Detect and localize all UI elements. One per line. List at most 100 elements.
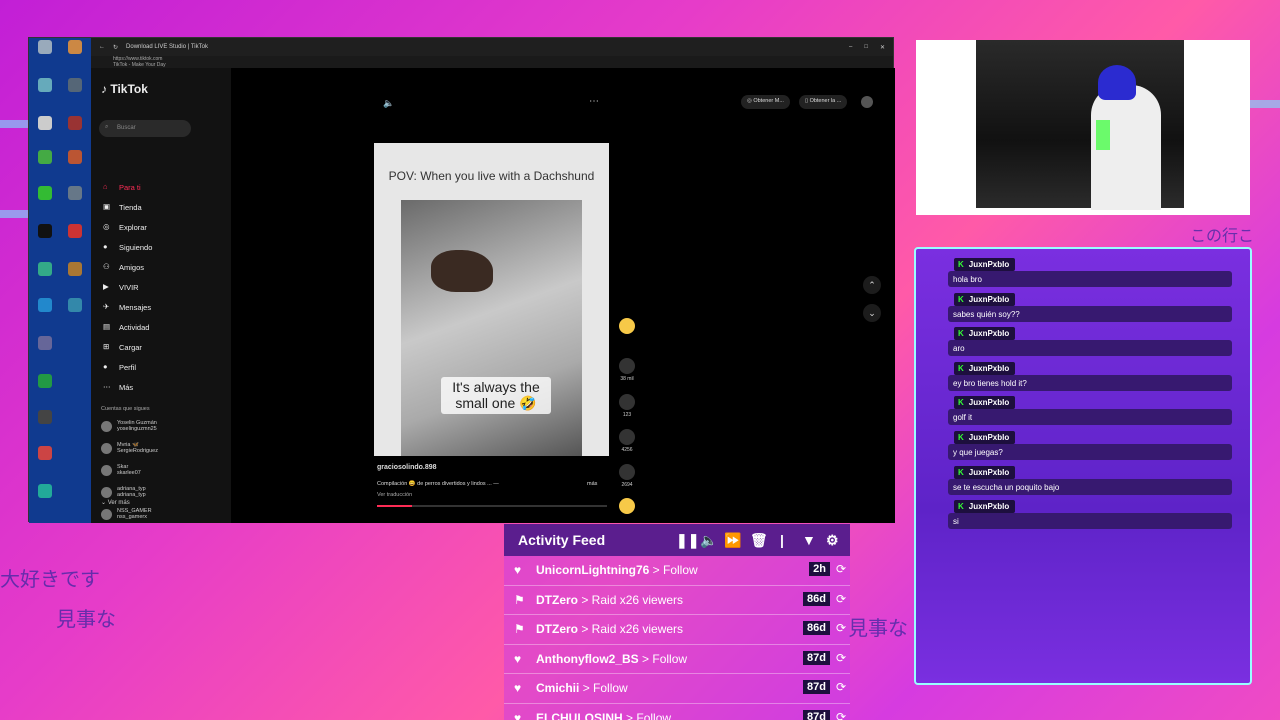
translate-link[interactable]: Ver traducción — [377, 492, 412, 498]
desktop-icon[interactable] — [63, 78, 87, 94]
feed-row[interactable]: ♥ UnicornLightning76 > Follow 2h ⟳ — [504, 556, 850, 586]
desktop-icon[interactable] — [33, 262, 57, 278]
nav-item-amigos[interactable]: ⚇ Amigos — [103, 262, 144, 272]
profile-avatar[interactable] — [861, 96, 873, 108]
get-app-button[interactable]: ◎ Obtener M... — [741, 95, 790, 109]
search-input[interactable]: ⌕ Buscar — [99, 120, 191, 137]
share-button[interactable]: 2694 — [615, 464, 639, 488]
nav-item-vivir[interactable]: ▶ VIVIR — [103, 282, 139, 292]
tiktok-sidebar: ♪ TikTok ⌕ Buscar ⌂ Para ti ▣ Tienda ◎ Explo… — [91, 68, 231, 523]
nav-item-perfil[interactable]: ● Perfil — [103, 362, 136, 372]
desktop-icon[interactable] — [33, 224, 57, 240]
following-account[interactable]: adriana_typ adriana_typ — [101, 486, 146, 498]
gear-icon[interactable]: ⚙ — [826, 532, 839, 549]
progress-bar[interactable] — [377, 505, 607, 507]
replay-icon[interactable]: ⟳ — [836, 621, 846, 635]
volume-icon[interactable]: 🔈 — [383, 98, 394, 109]
chat-username: K JuxnPxblo — [954, 500, 1016, 513]
bookmark-button[interactable]: 4256 — [615, 429, 639, 453]
creator-emoji-icon — [619, 318, 635, 334]
feed-row[interactable]: ⚑ DTZero > Raid x26 viewers 86d ⟳ — [504, 585, 850, 615]
replay-icon[interactable]: ⟳ — [836, 651, 846, 665]
see-more-link[interactable]: ⌄ Ver más — [101, 499, 130, 506]
kick-icon: K — [958, 329, 964, 338]
following-account[interactable]: Skar skarlee07 — [101, 464, 141, 476]
skip-icon[interactable]: ⏩ — [724, 532, 741, 549]
nav-item-mensajes[interactable]: ✈ Mensajes — [103, 302, 151, 312]
upload-icon: ⊞ — [103, 342, 110, 351]
desktop-icon[interactable] — [63, 262, 87, 278]
more-link[interactable]: más — [587, 481, 597, 487]
prev-video-button[interactable]: ⌃ — [863, 276, 881, 294]
nav-item-actividad[interactable]: ▤ Actividad — [103, 322, 149, 332]
desktop-icon[interactable] — [63, 298, 87, 314]
tiktok-logo[interactable]: ♪ TikTok — [101, 82, 148, 96]
desktop-icon[interactable] — [63, 224, 87, 240]
nav-item-tienda[interactable]: ▣ Tienda — [103, 202, 142, 212]
desktop-icon[interactable] — [63, 116, 87, 132]
desktop-icon[interactable] — [63, 40, 87, 56]
nav-item-explorar[interactable]: ◎ Explorar — [103, 222, 147, 232]
chat-panel: K JuxnPxblo hola bro K JuxnPxblo sabes qui… — [914, 247, 1252, 685]
more-options-icon[interactable]: ⋯ — [589, 96, 599, 107]
chat-message: sabes quién soy?? — [948, 306, 1232, 322]
video-player[interactable]: POV: When you live with a Dachshund It's… — [374, 143, 609, 456]
comment-button[interactable]: 123 — [615, 394, 639, 418]
desktop-icon[interactable] — [33, 78, 57, 94]
next-video-button[interactable]: ⌄ — [863, 304, 881, 322]
feed-row[interactable]: ⚑ DTZero > Raid x26 viewers 86d ⟳ — [504, 615, 850, 645]
pause-icon[interactable]: ❚❚ — [676, 532, 699, 549]
video-author[interactable]: graciosolindo.898 — [377, 464, 437, 471]
creator-avatar[interactable] — [615, 318, 639, 336]
url-bar[interactable]: https://www.tiktok.com TikTok - Make You… — [29, 56, 893, 68]
activity-icon: ▤ — [103, 322, 111, 331]
bg-streak — [1250, 100, 1280, 108]
desktop-icon[interactable] — [63, 150, 87, 166]
hat-shape — [1098, 65, 1136, 100]
desktop-icon[interactable] — [33, 298, 57, 314]
get-desktop-button[interactable]: ▯ Obtener la ... — [799, 95, 848, 109]
deco-text: 見事な — [848, 616, 908, 640]
volume-icon[interactable]: 🔈 — [700, 532, 717, 549]
heart-icon: ♥ — [514, 710, 522, 720]
desktop-icon[interactable] — [33, 410, 57, 426]
desktop-icon[interactable] — [63, 186, 87, 202]
feed-row[interactable]: ♥ Anthonyflow2_BS > Follow 87d ⟳ — [504, 644, 850, 674]
nav-item-cargar[interactable]: ⊞ Cargar — [103, 342, 142, 352]
trash-icon[interactable]: 🗑 — [750, 532, 768, 549]
desktop-icon[interactable] — [33, 336, 57, 352]
divider: | — [780, 532, 784, 548]
filter-icon[interactable]: ▼ — [802, 532, 816, 548]
desktop-icon[interactable] — [33, 484, 57, 500]
feed-row[interactable]: ♥ Cmichii > Follow 87d ⟳ — [504, 674, 850, 704]
desktop-icon[interactable] — [33, 150, 57, 166]
refresh-icon[interactable]: ↻ — [113, 44, 118, 51]
nav-item-mas[interactable]: ⋯ Más — [103, 382, 133, 392]
minimize-icon[interactable]: – — [849, 44, 852, 51]
back-icon[interactable]: ← — [99, 44, 105, 50]
desktop-icon[interactable] — [33, 40, 57, 56]
nav-item-siguiendo[interactable]: ● Siguiendo — [103, 242, 152, 252]
close-icon[interactable]: ✕ — [880, 44, 885, 51]
title-bar: ← ↻ Download LIVE Studio | TikTok – □ ✕ — [29, 38, 893, 56]
replay-icon[interactable]: ⟳ — [836, 680, 846, 694]
desktop-icon[interactable] — [33, 116, 57, 132]
desktop-icon[interactable] — [33, 446, 57, 462]
following-account[interactable]: Yoselin Guzmán yoselinguzmn25 — [101, 420, 157, 432]
replay-icon[interactable]: ⟳ — [836, 710, 846, 720]
webcam-video — [976, 40, 1184, 210]
comment-icon — [619, 394, 635, 410]
following-account[interactable]: NSS_GAMER nss_gamerx — [101, 508, 152, 520]
feed-row[interactable]: ♥ ELCHULOSINH > Follow 87d ⟳ — [504, 703, 850, 720]
sound-disc[interactable] — [615, 498, 639, 516]
deco-text: 見事な — [56, 607, 116, 631]
desktop-icon[interactable] — [33, 186, 57, 202]
like-button[interactable]: 38 mil — [615, 358, 639, 382]
desktop-icon[interactable] — [33, 374, 57, 390]
maximize-icon[interactable]: □ — [864, 44, 868, 51]
replay-icon[interactable]: ⟳ — [836, 562, 846, 576]
chat-message: y que juegas? — [948, 444, 1232, 460]
replay-icon[interactable]: ⟳ — [836, 592, 846, 606]
nav-item-para-ti[interactable]: ⌂ Para ti — [103, 182, 141, 192]
following-account[interactable]: Mvria 🦋 SergieRodriguez — [101, 442, 158, 454]
